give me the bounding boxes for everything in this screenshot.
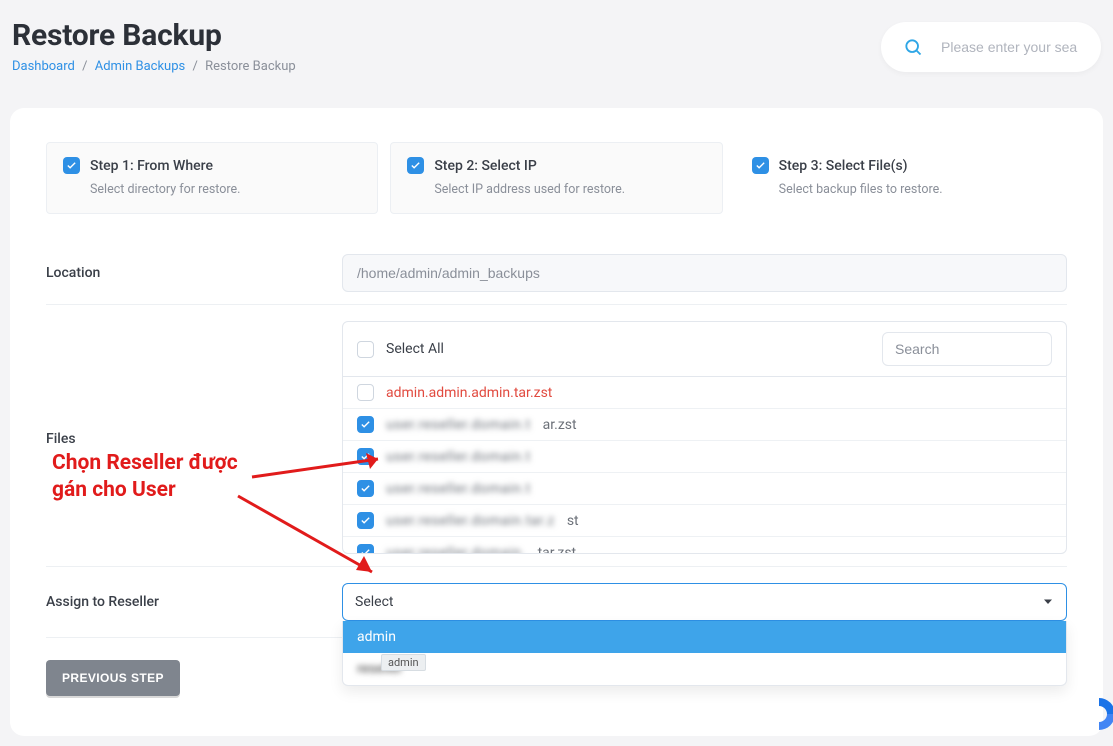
file-row[interactable]: user.reseller.domain.t bbox=[343, 473, 1066, 505]
file-checkbox[interactable] bbox=[357, 480, 374, 497]
step-title: Step 1: From Where bbox=[90, 158, 213, 174]
check-icon bbox=[752, 157, 769, 174]
file-name-obscured: user.reseller.domain.tar.z bbox=[386, 513, 555, 529]
location-label: Location bbox=[46, 265, 342, 281]
recaptcha-icon bbox=[1079, 694, 1113, 734]
breadcrumb-current: Restore Backup bbox=[205, 59, 296, 74]
file-checkbox[interactable] bbox=[357, 544, 374, 553]
annotation-line2: gán cho User bbox=[52, 478, 176, 502]
dropdown-option[interactable]: reseller bbox=[343, 653, 1066, 685]
step-title: Step 3: Select File(s) bbox=[779, 158, 908, 174]
step-subtitle: Select directory for restore. bbox=[90, 182, 361, 197]
page-title: Restore Backup bbox=[12, 18, 881, 53]
location-row: Location bbox=[46, 242, 1067, 305]
annotation-text: Chọn Reseller được gán cho User bbox=[52, 450, 238, 505]
file-suffix: ar.zst bbox=[543, 417, 577, 433]
search-icon bbox=[903, 37, 923, 57]
page-header: Restore Backup Dashboard / Admin Backups… bbox=[0, 0, 1113, 84]
breadcrumb-separator: / bbox=[192, 59, 197, 74]
select-all[interactable]: Select All bbox=[357, 341, 444, 358]
breadcrumb-admin-backups[interactable]: Admin Backups bbox=[95, 59, 186, 74]
file-name-obscured: user.reseller.domain.t bbox=[386, 417, 531, 433]
file-row[interactable]: user.reseller.domain.tar.z st bbox=[343, 505, 1066, 537]
file-suffix: tar.zst bbox=[538, 545, 577, 554]
files-row: Files Select All admin.admin.admin.tar.z… bbox=[46, 305, 1067, 567]
select-all-checkbox[interactable] bbox=[357, 341, 374, 358]
file-checkbox[interactable] bbox=[357, 448, 374, 465]
assign-reseller-select[interactable]: Select bbox=[342, 583, 1067, 621]
dropdown-option-admin[interactable]: admin admin bbox=[343, 621, 1066, 653]
assign-row: Assign to Reseller Select admin admin re… bbox=[46, 567, 1067, 638]
step-subtitle: Select backup files to restore. bbox=[779, 182, 1050, 197]
file-name-obscured: user.reseller.domain.t bbox=[386, 481, 531, 497]
files-list[interactable]: admin.admin.admin.tar.zst user.reseller.… bbox=[343, 377, 1066, 553]
step-1[interactable]: Step 1: From Where Select directory for … bbox=[46, 142, 378, 214]
previous-step-button[interactable]: PREVIOUS STEP bbox=[46, 660, 180, 696]
breadcrumb-separator: / bbox=[82, 59, 87, 74]
files-header: Select All bbox=[343, 322, 1066, 377]
file-name: admin.admin.admin.tar.zst bbox=[386, 385, 552, 401]
caret-down-icon bbox=[1042, 593, 1054, 612]
assign-label: Assign to Reseller bbox=[46, 594, 342, 610]
file-name-obscured: user.reseller.domain. bbox=[386, 545, 526, 554]
assign-dropdown[interactable]: admin admin reseller bbox=[342, 621, 1067, 686]
file-suffix: st bbox=[567, 513, 579, 529]
file-checkbox[interactable] bbox=[357, 512, 374, 529]
file-row[interactable]: user.reseller.domain.t bbox=[343, 441, 1066, 473]
step-2[interactable]: Step 2: Select IP Select IP address used… bbox=[390, 142, 722, 214]
recaptcha-badge bbox=[1063, 694, 1113, 740]
check-icon bbox=[63, 157, 80, 174]
steps-row: Step 1: From Where Select directory for … bbox=[46, 142, 1067, 214]
select-value: Select bbox=[355, 594, 393, 610]
files-panel: Select All admin.admin.admin.tar.zst use… bbox=[342, 321, 1067, 554]
option-label: admin bbox=[357, 629, 396, 645]
file-checkbox[interactable] bbox=[357, 384, 374, 401]
file-name-obscured: user.reseller.domain.t bbox=[386, 449, 531, 465]
step-subtitle: Select IP address used for restore. bbox=[434, 182, 705, 197]
annotation-line1: Chọn Reseller được bbox=[52, 451, 238, 475]
check-icon bbox=[407, 157, 424, 174]
breadcrumb-dashboard[interactable]: Dashboard bbox=[12, 59, 75, 74]
header-left: Restore Backup Dashboard / Admin Backups… bbox=[12, 18, 881, 74]
step-title: Step 2: Select IP bbox=[434, 158, 537, 174]
files-label: Files bbox=[46, 321, 342, 447]
breadcrumb: Dashboard / Admin Backups / Restore Back… bbox=[12, 59, 881, 74]
step-3-active[interactable]: Step 3: Select File(s) Select backup fil… bbox=[735, 142, 1067, 214]
file-checkbox[interactable] bbox=[357, 416, 374, 433]
file-row[interactable]: user.reseller.domain.t ar.zst bbox=[343, 409, 1066, 441]
global-search[interactable] bbox=[881, 22, 1101, 72]
file-row[interactable]: admin.admin.admin.tar.zst bbox=[343, 377, 1066, 409]
search-input[interactable] bbox=[941, 39, 1101, 55]
select-all-label: Select All bbox=[386, 341, 444, 357]
restore-card: Step 1: From Where Select directory for … bbox=[10, 108, 1103, 736]
file-row[interactable]: user.reseller.domain. tar.zst bbox=[343, 537, 1066, 553]
files-search-input[interactable] bbox=[882, 332, 1052, 366]
tooltip: admin bbox=[381, 654, 426, 671]
location-input[interactable] bbox=[342, 254, 1067, 292]
